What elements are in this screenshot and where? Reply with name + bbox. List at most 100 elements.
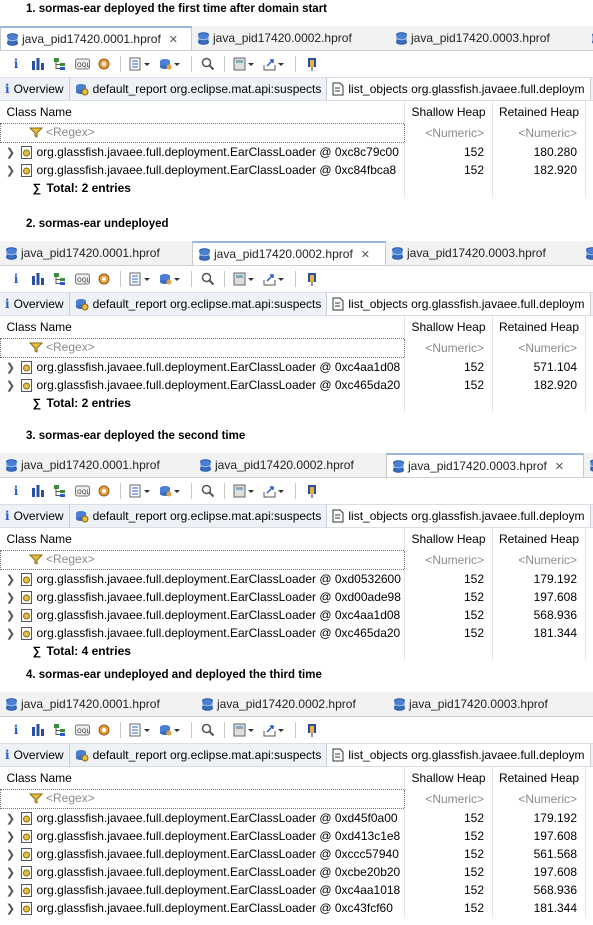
tab-overview[interactable]: i Overview [0,78,70,100]
retained-filter[interactable]: <Numeric> [492,123,586,143]
tab-overview[interactable]: i Overview [0,293,70,315]
oql-icon[interactable]: OQL [74,722,90,738]
editor-tab[interactable]: java_pid17420.0003.hprof [390,26,586,50]
retained-filter[interactable]: <Numeric> [492,789,586,809]
query-browser-icon[interactable] [129,483,153,499]
search-icon[interactable] [200,271,216,287]
editor-tab[interactable]: java_pid17420.0002.hprof ✕ [192,241,386,265]
close-icon[interactable]: ✕ [555,460,564,473]
tab-suspects-report[interactable]: default_report org.eclipse.mat.api:suspe… [70,505,328,527]
tab-suspects-report[interactable]: default_report org.eclipse.mat.api:suspe… [70,744,328,766]
expand-chevron-icon[interactable]: ❯ [1,361,21,374]
table-row[interactable]: ❯ org.glassfish.javaee.full.deployment.Ea… [0,808,593,827]
oql-icon[interactable]: OQL [74,271,90,287]
query-browser-icon[interactable] [129,56,153,72]
expand-chevron-icon[interactable]: ❯ [1,609,21,622]
histogram-icon[interactable] [30,483,46,499]
histogram-icon[interactable] [30,722,46,738]
query-browser-icon[interactable] [129,722,153,738]
regex-filter[interactable]: <Regex> [0,123,405,143]
histogram-icon[interactable] [30,56,46,72]
tab-overview[interactable]: i Overview [0,744,70,766]
column-shallow-heap[interactable]: Shallow Heap [404,528,493,551]
column-shallow-heap[interactable]: Shallow Heap [404,101,493,124]
shallow-filter[interactable]: <Numeric> [404,550,493,570]
tab-overview[interactable]: i Overview [0,505,70,527]
expand-chevron-icon[interactable]: ❯ [1,866,21,879]
column-shallow-heap[interactable]: Shallow Heap [404,767,493,790]
table-row[interactable]: ❯ org.glassfish.javaee.full.deployment.Ea… [0,606,593,624]
table-row[interactable]: ❯ org.glassfish.javaee.full.deployment.Ea… [0,899,593,917]
editor-tab[interactable]: java [584,453,593,477]
editor-tab[interactable]: java_pid17420.0003.hprof [388,692,587,716]
dominator-tree-icon[interactable] [52,483,68,499]
tab-list-objects[interactable]: list_objects org.glassfish.javaee.full.d… [327,744,591,766]
table-row[interactable]: ❯ org.glassfish.javaee.full.deployment.Ea… [0,881,593,899]
threads-icon[interactable] [96,483,112,499]
calculator-icon[interactable] [233,483,257,499]
shallow-filter[interactable]: <Numeric> [404,123,493,143]
expand-chevron-icon[interactable]: ❯ [1,573,21,586]
editor-tab[interactable]: java [580,241,593,265]
expand-chevron-icon[interactable]: ❯ [1,884,21,897]
heap-compare-icon[interactable] [159,56,183,72]
oql-icon[interactable]: OQL [74,56,90,72]
export-icon[interactable] [263,271,287,287]
table-row[interactable]: ❯ org.glassfish.javaee.full.deployment.Ea… [0,588,593,606]
table-row[interactable]: ❯ org.glassfish.javaee.full.deployment.Ea… [0,357,593,376]
shallow-filter[interactable]: <Numeric> [404,789,493,809]
calculator-icon[interactable] [233,56,257,72]
expand-chevron-icon[interactable]: ❯ [1,848,21,861]
tab-list-objects[interactable]: list_objects org.glassfish.javaee.full.d… [327,78,591,100]
search-icon[interactable] [200,483,216,499]
expand-chevron-icon[interactable]: ❯ [1,379,21,392]
table-row[interactable]: ❯ org.glassfish.javaee.full.deployment.Ea… [0,863,593,881]
table-row[interactable]: ❯ org.glassfish.javaee.full.deployment.Ea… [0,142,593,161]
tab-list-objects[interactable]: list_objects org.glassfish.javaee.full.d… [327,293,591,315]
retained-filter[interactable]: <Numeric> [492,550,586,570]
search-icon[interactable] [200,722,216,738]
pin-icon[interactable] [304,56,320,72]
info-icon[interactable]: i [8,483,24,499]
column-class-name[interactable]: Class Name [0,528,405,551]
column-class-name[interactable]: Class Name [0,767,405,790]
expand-chevron-icon[interactable]: ❯ [1,812,21,825]
editor-tab[interactable]: java [587,692,593,716]
table-row[interactable]: ❯ org.glassfish.javaee.full.deployment.Ea… [0,376,593,394]
column-class-name[interactable]: Class Name [0,101,405,124]
heap-compare-icon[interactable] [159,483,183,499]
column-retained-heap[interactable]: Retained Heap [492,101,586,124]
table-row[interactable]: ❯ org.glassfish.javaee.full.deployment.Ea… [0,569,593,588]
column-class-name[interactable]: Class Name [0,316,405,339]
pin-icon[interactable] [304,271,320,287]
info-icon[interactable]: i [8,56,24,72]
expand-chevron-icon[interactable]: ❯ [1,146,21,159]
threads-icon[interactable] [96,722,112,738]
calculator-icon[interactable] [233,271,257,287]
heap-compare-icon[interactable] [159,271,183,287]
export-icon[interactable] [263,722,287,738]
pin-icon[interactable] [304,483,320,499]
threads-icon[interactable] [96,56,112,72]
query-browser-icon[interactable] [129,271,153,287]
regex-filter[interactable]: <Regex> [0,789,405,809]
editor-tab[interactable]: java [586,26,593,50]
table-row[interactable]: ❯ org.glassfish.javaee.full.deployment.Ea… [0,845,593,863]
histogram-icon[interactable] [30,271,46,287]
editor-tab[interactable]: java_pid17420.0002.hprof [196,692,388,716]
expand-chevron-icon[interactable]: ❯ [1,591,21,604]
close-icon[interactable]: ✕ [169,33,178,46]
close-icon[interactable]: ✕ [361,248,370,261]
retained-filter[interactable]: <Numeric> [492,338,586,358]
editor-tab[interactable]: java_pid17420.0001.hprof [0,692,196,716]
editor-tab[interactable]: java_pid17420.0003.hprof [386,241,580,265]
editor-tab[interactable]: java_pid17420.0002.hprof [194,453,386,477]
tab-list-objects[interactable]: list_objects org.glassfish.javaee.full.d… [327,505,591,527]
regex-filter[interactable]: <Regex> [0,550,405,570]
column-retained-heap[interactable]: Retained Heap [492,528,586,551]
editor-tab[interactable]: java_pid17420.0001.hprof ✕ [0,26,192,50]
export-icon[interactable] [263,483,287,499]
editor-tab[interactable]: java_pid17420.0001.hprof [0,241,192,265]
search-icon[interactable] [200,56,216,72]
dominator-tree-icon[interactable] [52,271,68,287]
